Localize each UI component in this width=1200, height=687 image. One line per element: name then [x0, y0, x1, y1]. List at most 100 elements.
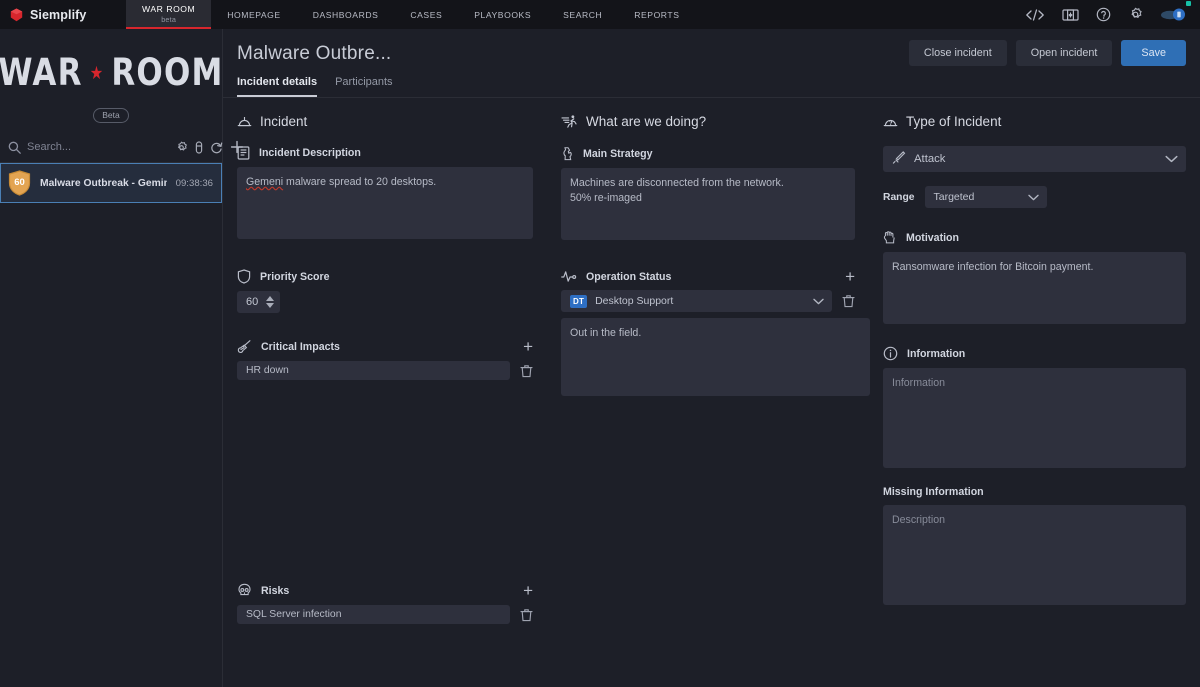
- nav-item-playbooks[interactable]: PLAYBOOKS: [458, 0, 547, 29]
- operation-status-row: DT Desktop Support: [561, 290, 855, 312]
- critical-impact-input[interactable]: [237, 361, 510, 380]
- help-icon[interactable]: [1096, 7, 1111, 22]
- information-textarea[interactable]: [883, 368, 1186, 468]
- nav-item-label: SEARCH: [563, 10, 602, 20]
- panels-icon[interactable]: [1062, 8, 1079, 22]
- detail-tabs: Incident details Participants: [237, 76, 1184, 97]
- delete-icon[interactable]: [520, 364, 533, 378]
- stepper-arrows[interactable]: [266, 296, 274, 308]
- filter-icon[interactable]: [195, 141, 203, 154]
- notification-badge: [1186, 1, 1191, 6]
- operation-owner-name: Desktop Support: [595, 295, 673, 307]
- motivation-textarea[interactable]: [883, 252, 1186, 324]
- priority-shield-icon: 60: [8, 170, 31, 196]
- save-button[interactable]: Save: [1121, 40, 1186, 66]
- critical-impact-row: [237, 361, 533, 380]
- siemplify-logo-icon: [10, 8, 23, 22]
- detail-columns: Incident Incident Description Gemeni mal…: [223, 98, 1200, 687]
- main-strategy-textarea[interactable]: [561, 168, 855, 240]
- shield-icon: [237, 269, 251, 284]
- missing-information-label: Missing Information: [883, 486, 1186, 498]
- chevron-down-icon: [1165, 155, 1178, 163]
- delete-icon[interactable]: [842, 294, 855, 308]
- alarm-question-icon: [883, 114, 898, 129]
- incident-type-select[interactable]: Attack: [883, 146, 1186, 172]
- gear-icon[interactable]: [1128, 7, 1143, 22]
- tab-incident-details[interactable]: Incident details: [237, 76, 317, 97]
- stepper-up-icon[interactable]: [266, 296, 274, 301]
- document-icon: [237, 146, 250, 160]
- operation-status-note-textarea[interactable]: [561, 318, 870, 396]
- incident-description-textarea[interactable]: Gemeni malware spread to 20 desktops.: [237, 167, 533, 239]
- risks-label-row: Risks +: [237, 583, 533, 598]
- add-risk-button[interactable]: +: [523, 585, 533, 596]
- open-incident-button[interactable]: Open incident: [1016, 40, 1113, 66]
- information-label: Information: [907, 348, 965, 360]
- incident-column-title: Incident: [237, 114, 533, 129]
- search-icon: [8, 141, 21, 154]
- close-incident-button[interactable]: Close incident: [909, 40, 1007, 66]
- add-critical-impact-button[interactable]: +: [523, 341, 533, 352]
- priority-score-badge: 60: [8, 170, 31, 196]
- incident-item-name: Malware Outbreak - Gemini (1): [40, 178, 167, 189]
- nav-item-dashboards[interactable]: DASHBOARDS: [297, 0, 395, 29]
- misspelled-word: Gemeni: [246, 176, 283, 188]
- broom-icon: [237, 339, 252, 354]
- user-avatar-icon[interactable]: [1160, 7, 1186, 22]
- nav-item-sublabel: beta: [161, 15, 176, 24]
- range-row: Range Targeted: [883, 186, 1186, 208]
- priority-score-value: 60: [246, 296, 258, 308]
- missing-information-textarea[interactable]: [883, 505, 1186, 605]
- search-input[interactable]: [27, 141, 169, 153]
- gear-icon[interactable]: [175, 141, 188, 154]
- chess-piece-icon: [561, 146, 574, 161]
- add-operation-status-button[interactable]: +: [845, 271, 855, 282]
- nav-item-label: WAR ROOM: [142, 4, 195, 14]
- war-room-logo-right: ROOM: [111, 51, 223, 95]
- motivation-label-row: Motivation: [883, 230, 1186, 245]
- sidebar-incident-item[interactable]: 60 Malware Outbreak - Gemini (1) 09:38:3…: [0, 163, 222, 203]
- main-strategy-label-row: Main Strategy: [561, 146, 855, 161]
- header-action-buttons: Close incident Open incident Save: [909, 40, 1186, 66]
- range-select[interactable]: Targeted: [925, 186, 1047, 208]
- brand-logo-area[interactable]: Siemplify: [0, 0, 126, 29]
- chevron-down-icon: [813, 298, 824, 305]
- doing-column-title: What are we doing?: [561, 114, 855, 129]
- sidebar: WAR ★ ROOM Beta: [0, 29, 223, 687]
- nav-item-reports[interactable]: REPORTS: [618, 0, 695, 29]
- priority-score-label: Priority Score: [260, 271, 329, 283]
- nav-item-label: DASHBOARDS: [313, 10, 379, 20]
- operation-owner-select[interactable]: DT Desktop Support: [561, 290, 832, 312]
- critical-impacts-label: Critical Impacts: [261, 341, 340, 353]
- priority-score-label-row: Priority Score: [237, 269, 533, 284]
- doing-column: What are we doing? Main Strategy: [547, 114, 869, 687]
- war-room-logo: WAR ★ ROOM Beta: [0, 29, 222, 133]
- incident-item-time: 09:38:36: [176, 178, 213, 189]
- war-room-logo-left: WAR: [0, 51, 83, 95]
- delete-icon[interactable]: [520, 608, 533, 622]
- operation-status-label: Operation Status: [586, 271, 671, 283]
- incident-item-title: Malware Outbreak - Gemini: [40, 178, 167, 189]
- main-strategy-label: Main Strategy: [583, 148, 652, 160]
- stepper-down-icon[interactable]: [266, 303, 274, 308]
- nav-item-homepage[interactable]: HOMEPAGE: [211, 0, 296, 29]
- operation-status-label-row: Operation Status +: [561, 270, 855, 283]
- motivation-label: Motivation: [906, 232, 959, 244]
- nav-item-cases[interactable]: CASES: [394, 0, 458, 29]
- pulse-icon: [561, 270, 577, 283]
- nav-item-search[interactable]: SEARCH: [547, 0, 618, 29]
- type-column-title: Type of Incident: [883, 114, 1186, 129]
- incident-description-text: malware spread to 20 desktops.: [283, 176, 436, 188]
- beta-badge: Beta: [93, 108, 129, 123]
- priority-score-stepper[interactable]: 60: [237, 291, 280, 313]
- sidebar-search-row: [0, 133, 222, 163]
- main-content: Malware Outbre... Incident details Parti…: [223, 29, 1200, 687]
- code-icon[interactable]: [1025, 8, 1045, 22]
- refresh-icon[interactable]: [210, 141, 223, 154]
- risk-input[interactable]: [237, 605, 510, 624]
- running-person-icon: [561, 114, 578, 129]
- incident-description-label-row: Incident Description: [237, 146, 533, 160]
- nav-item-war-room[interactable]: WAR ROOM beta: [126, 0, 211, 29]
- tab-participants[interactable]: Participants: [335, 76, 392, 97]
- incident-column-label: Incident: [260, 114, 307, 129]
